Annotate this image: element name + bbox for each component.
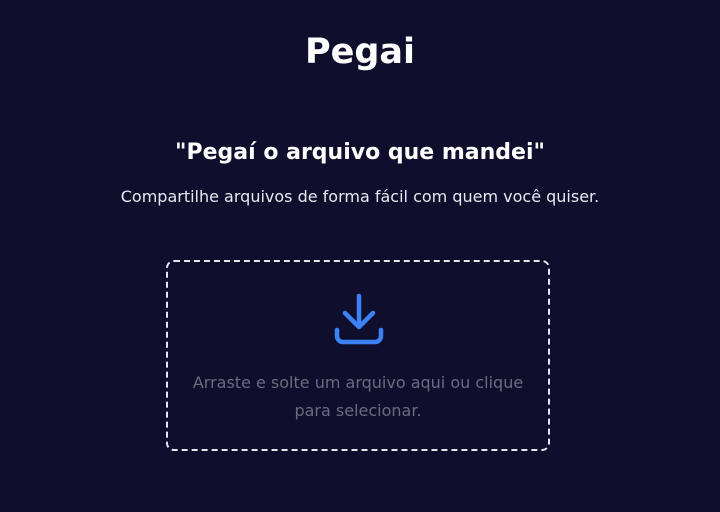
dropzone-instruction-line-1: Arraste e solte um arquivo aqui ou cliqu… (192, 373, 524, 392)
app-title: Pegai (304, 32, 416, 72)
file-dropzone[interactable]: Arraste e solte um arquivo aqui ou cliqu… (166, 260, 550, 451)
tagline: "Pegaí o arquivo que mandei" (175, 140, 545, 165)
download-icon (334, 293, 384, 345)
subtitle: Compartilhe arquivos de forma fácil com … (120, 187, 600, 206)
page: Pegai "Pegaí o arquivo que mandei" Compa… (0, 0, 720, 512)
dropzone-instruction-line-2: para selecionar. (294, 401, 422, 420)
dropzone-instructions: Arraste e solte um arquivo aqui ou cliqu… (168, 369, 548, 425)
